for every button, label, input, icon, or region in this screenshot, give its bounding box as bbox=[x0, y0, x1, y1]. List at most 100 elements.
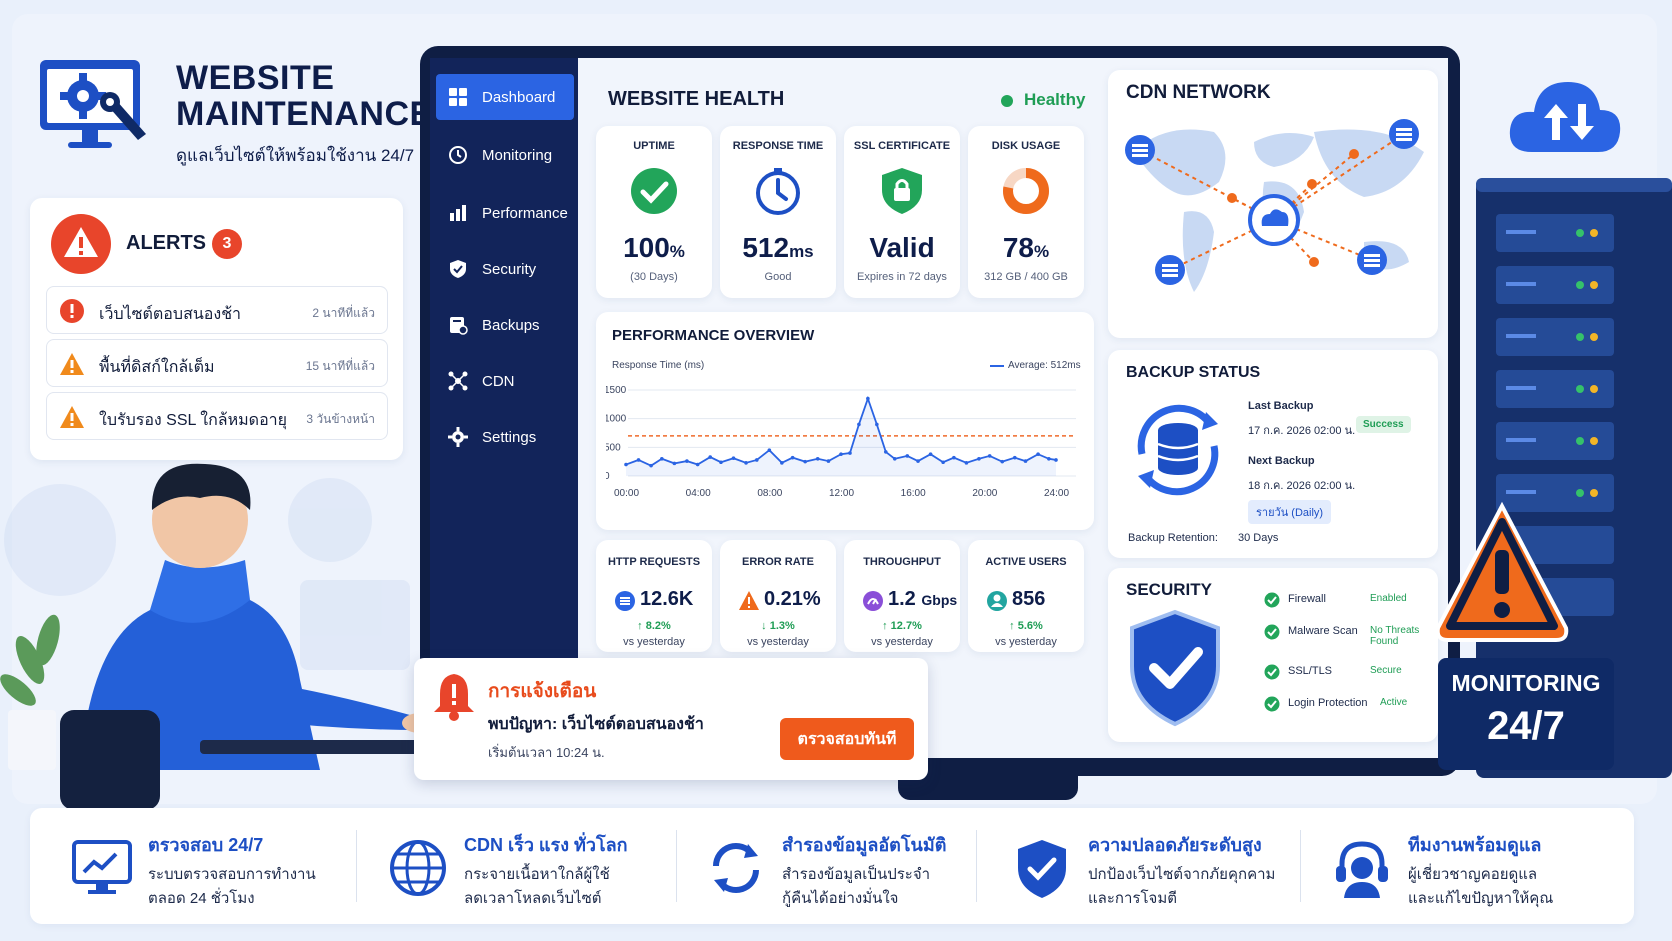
data-point bbox=[1023, 459, 1028, 463]
nav-performance[interactable]: Performance bbox=[436, 190, 574, 236]
feature-line1: ระบบตรวจสอบการทำงาน bbox=[148, 866, 316, 883]
stat-error-rate: ERROR RATE 0.21% ↓ 1.3% vs yesterday bbox=[720, 540, 836, 652]
stat-change: ↑ 8.2% bbox=[637, 620, 671, 632]
alert-item[interactable]: ใบรับรอง SSL ใกล้หมดอายุ 3 วันข้างหน้า bbox=[46, 392, 388, 440]
metric-number: 512 bbox=[742, 232, 790, 263]
metric-number: Valid bbox=[869, 232, 935, 263]
bell-alert-icon bbox=[434, 674, 474, 721]
backup-next-value: 18 ก.ค. 2026 02:00 น. bbox=[1248, 480, 1356, 492]
backup-retention-value: 30 Days bbox=[1238, 532, 1279, 544]
data-point bbox=[875, 422, 879, 427]
data-point bbox=[780, 461, 784, 465]
stat-number: 12.6K bbox=[640, 588, 694, 610]
metric-unit: % bbox=[1034, 242, 1050, 261]
metric-label: DISK USAGE bbox=[991, 140, 1061, 152]
cloud-sync-icon bbox=[1509, 82, 1621, 152]
security-status: Enabled bbox=[1370, 593, 1407, 604]
nav-settings[interactable]: Settings bbox=[436, 414, 574, 460]
chart-ylabel: Response Time (ms) bbox=[612, 360, 705, 371]
brand-subtitle: ดูแลเว็บไซต์ให้พร้อมใช้งาน 24/7 bbox=[176, 146, 415, 165]
warning-icon bbox=[60, 406, 84, 428]
sidebar: Dashboard Monitoring Performance Securit… bbox=[430, 58, 578, 758]
x-tick-label: 08:00 bbox=[757, 488, 782, 499]
data-point bbox=[916, 459, 920, 463]
notification-message: พบปัญหา: เว็บไซต์ตอบสนองช้า bbox=[488, 716, 704, 733]
nav-label: Performance bbox=[482, 205, 568, 222]
shield-check-icon bbox=[1018, 840, 1066, 898]
metric-number: 78 bbox=[1002, 232, 1035, 263]
metric-label: SSL CERTIFICATE bbox=[853, 140, 951, 152]
feature-title: ทีมงานพร้อมดูแล bbox=[1408, 835, 1542, 855]
data-point bbox=[1000, 459, 1005, 464]
nav-label: Dashboard bbox=[482, 89, 556, 106]
backup-title: BACKUP STATUS bbox=[1126, 364, 1261, 381]
feature-item: ความปลอดภัยระดับสูง ปกป้องเว็บไซต์จากภัย… bbox=[1010, 808, 1310, 924]
data-point bbox=[649, 463, 653, 468]
stat-label: ACTIVE USERS bbox=[985, 556, 1067, 568]
data-point bbox=[767, 448, 772, 452]
nav-security[interactable]: Security bbox=[436, 246, 574, 292]
feature-line1: ผู้เชี่ยวชาญคอยดูแล bbox=[1408, 866, 1538, 883]
data-point bbox=[672, 461, 677, 466]
world-map bbox=[1125, 119, 1424, 292]
nav-label: Security bbox=[482, 261, 537, 278]
nav-cdn[interactable]: CDN bbox=[436, 358, 574, 404]
nav-backups[interactable]: Backups bbox=[436, 302, 574, 348]
stat-label: THROUGHPUT bbox=[863, 556, 941, 568]
backup-last-value: 17 ก.ค. 2026 02:00 น. bbox=[1248, 425, 1356, 437]
legend-swatch bbox=[990, 365, 1004, 367]
chart-legend: Average: 512ms bbox=[1008, 360, 1081, 371]
data-point bbox=[719, 460, 723, 465]
feature-line1: สำรองข้อมูลเป็นประจำ bbox=[782, 866, 931, 883]
feature-divider bbox=[976, 830, 977, 902]
headset-icon bbox=[1336, 841, 1388, 898]
nav-dashboard[interactable]: Dashboard bbox=[436, 74, 574, 120]
metric-unit: ms bbox=[789, 242, 814, 261]
metric-value: 512ms bbox=[720, 232, 836, 264]
stat-value: 12.6K bbox=[640, 588, 693, 611]
stat-compare: vs yesterday bbox=[747, 636, 809, 648]
data-point bbox=[1047, 457, 1051, 461]
metric-sub: Good bbox=[764, 271, 792, 283]
bar-chart-icon bbox=[450, 205, 466, 221]
alert-time: 2 นาทีที่แล้ว bbox=[312, 306, 375, 320]
notification-title: การแจ้งเตือน bbox=[488, 681, 597, 702]
error-icon bbox=[60, 299, 84, 323]
notification-time: เริ่มต้นเวลา 10:24 น. bbox=[488, 745, 605, 760]
metric-number: 100 bbox=[623, 232, 670, 263]
user-icon bbox=[987, 591, 1007, 611]
metric-value: 100% bbox=[596, 232, 712, 264]
data-point bbox=[685, 459, 689, 463]
feature-title: ตรวจสอบ 24/7 bbox=[148, 835, 264, 855]
security-status: Secure bbox=[1370, 665, 1402, 676]
check-now-button[interactable]: ตรวจสอบทันที bbox=[780, 718, 914, 760]
monitoring-badge-line1: MONITORING bbox=[1451, 670, 1601, 696]
data-point bbox=[803, 459, 807, 464]
backup-last-label: Last Backup bbox=[1248, 400, 1314, 412]
data-point bbox=[905, 454, 910, 458]
alert-time: 3 วันข้างหน้า bbox=[306, 412, 375, 426]
nav-label: Settings bbox=[482, 429, 537, 446]
security-status: No Threats Found bbox=[1370, 625, 1420, 647]
cdn-title: CDN NETWORK bbox=[1126, 82, 1271, 103]
series-area bbox=[626, 398, 1056, 476]
data-point bbox=[866, 396, 870, 401]
nav-monitoring[interactable]: Monitoring bbox=[436, 132, 574, 178]
monitor-gear-icon bbox=[40, 60, 146, 148]
alert-item[interactable]: เว็บไซต์ตอบสนองช้า 2 นาทีที่แล้ว bbox=[46, 286, 388, 334]
stat-active-users: ACTIVE USERS 856 ↑ 5.6% vs yesterday bbox=[968, 540, 1084, 652]
security-status: Active bbox=[1380, 697, 1408, 708]
stat-label: ERROR RATE bbox=[742, 556, 814, 568]
alert-warning-icon bbox=[51, 214, 111, 274]
nav-label: Monitoring bbox=[482, 147, 553, 164]
feature-bar: ตรวจสอบ 24/7 ระบบตรวจสอบการทำงาน ตลอด 24… bbox=[30, 808, 1634, 924]
y-tick-label: 500 bbox=[606, 442, 621, 453]
performance-chart: 0 500 1000 1500 00:00 04:00 08:00 12:00 16:00 20:… bbox=[606, 385, 1076, 499]
data-point bbox=[941, 460, 945, 465]
alert-item[interactable]: พื้นที่ดิสก์ใกล้เต็ม 15 นาทีที่แล้ว bbox=[46, 339, 388, 387]
check-icon bbox=[1264, 624, 1280, 640]
stat-number: 1.2 bbox=[888, 588, 916, 610]
stat-change: ↓ 1.3% bbox=[761, 620, 795, 632]
feature-line2: ลดเวลาโหลดเว็บไซต์ bbox=[464, 890, 602, 907]
stat-value: 0.21% bbox=[764, 588, 821, 611]
